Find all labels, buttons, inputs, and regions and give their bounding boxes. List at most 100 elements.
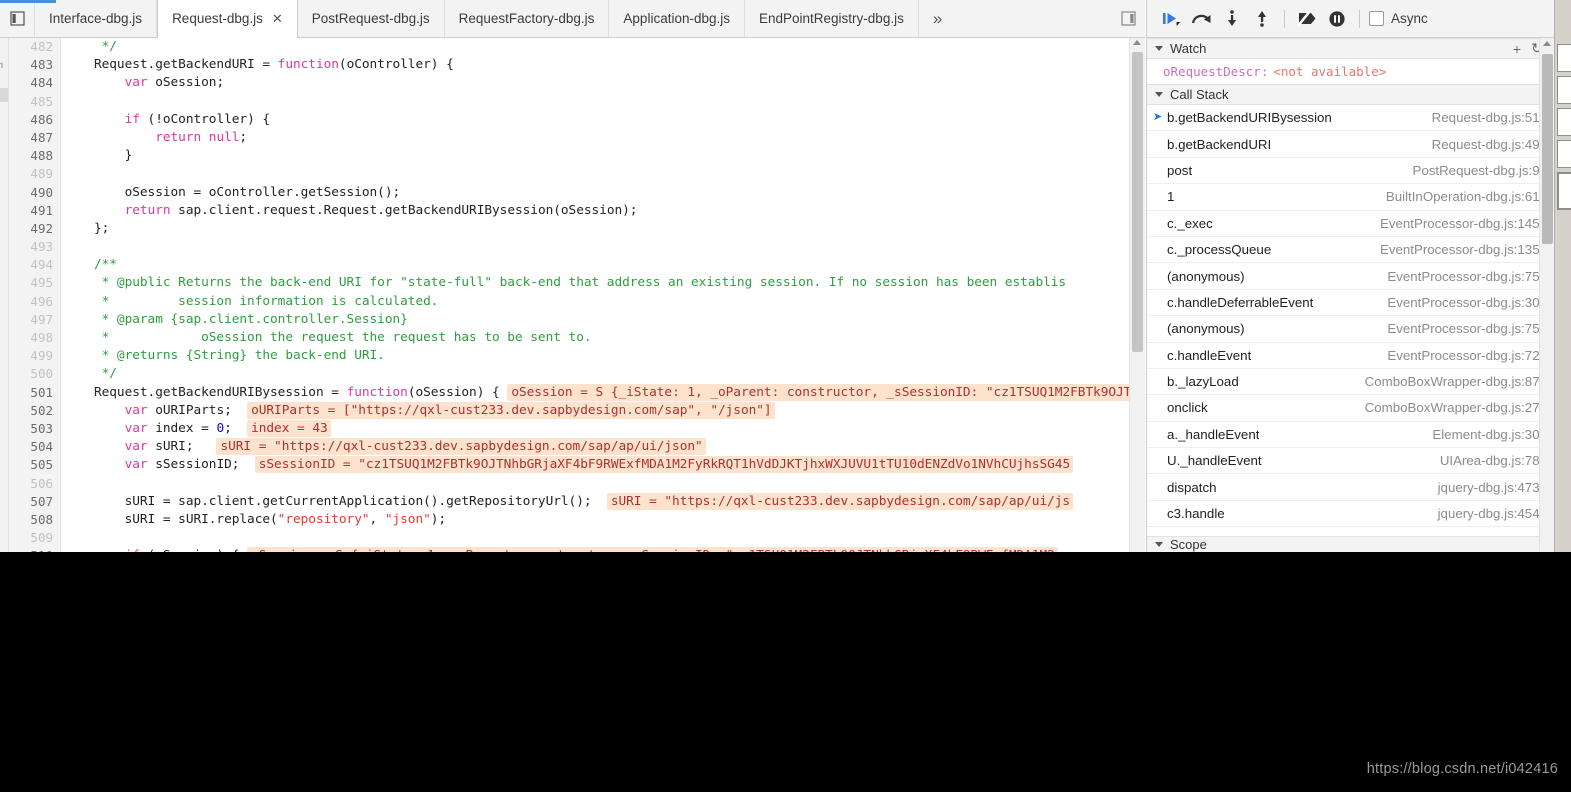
call-stack-function: c._exec: [1167, 215, 1213, 231]
code-line-510: if (oSession) { oSession = S {_iState: 1…: [71, 547, 1145, 552]
tab-close-icon[interactable]: ✕: [272, 12, 283, 25]
call-stack-list: ➤ b.getBackendURIBysession Request-dbg.j…: [1147, 105, 1555, 528]
scrollbar-thumb[interactable]: [1542, 54, 1553, 244]
debugger-vertical-scrollbar[interactable]: [1539, 38, 1555, 552]
call-stack-location: EventProcessor-dbg.js:1357: [1379, 242, 1547, 258]
comment-text: * @returns {String} the back-end URI.: [71, 348, 385, 364]
call-stack-row[interactable]: ➤ b.getBackendURIBysession Request-dbg.j…: [1147, 105, 1555, 132]
deactivate-breakpoints-button[interactable]: [1292, 6, 1322, 32]
comment-text: * oSession the request the request has t…: [71, 330, 592, 345]
code-line-497: * @param {sap.client.controller.Session}: [71, 311, 1145, 329]
scroll-up-arrow-icon[interactable]: [1543, 41, 1551, 46]
call-stack-row[interactable]: 1 BuiltInOperation-dbg.js:614: [1147, 184, 1555, 211]
call-stack-row[interactable]: c._processQueue EventProcessor-dbg.js:13…: [1147, 237, 1555, 264]
async-checkbox[interactable]: [1369, 11, 1384, 26]
comment-text: * @public Returns the back-end URI for "…: [71, 275, 1067, 291]
call-stack-location: BuiltInOperation-dbg.js:614: [1385, 189, 1547, 205]
scroll-up-arrow-icon[interactable]: [1133, 40, 1141, 45]
call-stack-row[interactable]: a._handleEvent Element-dbg.js:301: [1147, 422, 1555, 449]
call-stack-location: EventProcessor-dbg.js:729: [1387, 347, 1547, 363]
call-stack-function: a._handleEvent: [1167, 426, 1260, 442]
line-number: 500: [30, 366, 53, 382]
watch-section-header[interactable]: Watch + ↻: [1147, 38, 1555, 59]
call-stack-location: Request-dbg.js:516: [1431, 110, 1547, 126]
call-stack-function: c._processQueue: [1167, 242, 1272, 258]
call-stack-location: UIArea-dbg.js:786: [1439, 453, 1547, 469]
code-line-490: oSession = oController.getSession();: [71, 184, 401, 200]
call-stack-row[interactable]: c.handleEvent EventProcessor-dbg.js:729: [1147, 343, 1555, 369]
tab-interface-dbg-js[interactable]: Interface-dbg.js: [35, 0, 158, 37]
deactivate-breakpoints-icon: [1296, 10, 1316, 27]
call-stack-row[interactable]: dispatch jquery-dbg.js:4737: [1147, 474, 1555, 501]
inline-value-505: sSessionID = "cz1TSUQ1M2FBTk9OJTNhbGRjaX…: [254, 456, 1074, 474]
call-stack-row[interactable]: c3.handle jquery-dbg.js:4549: [1147, 501, 1555, 528]
line-number: 509: [30, 530, 53, 546]
line-number: 487: [30, 129, 53, 145]
step-into-icon: [1228, 10, 1236, 26]
line-number: 493: [30, 239, 53, 255]
tab-label: PostRequest-dbg.js: [311, 11, 430, 26]
call-stack-row[interactable]: b.getBackendURI Request-dbg.js:491: [1147, 131, 1555, 158]
debugger-toolbar: Async: [1147, 0, 1555, 38]
scrollbar-thumb[interactable]: [1132, 52, 1143, 352]
tab-postrequest-dbg-js[interactable]: PostRequest-dbg.js: [298, 0, 445, 37]
call-stack-function: b.getBackendURI: [1167, 136, 1272, 152]
call-stack-location: EventProcessor-dbg.js:306: [1387, 294, 1547, 310]
drawer-toggle-icon[interactable]: [1111, 0, 1145, 37]
call-stack-row[interactable]: U._handleEvent UIArea-dbg.js:786: [1147, 448, 1555, 475]
code-line-499: * @returns {String} the back-end URI.: [71, 347, 1145, 365]
tab-requestfactory-dbg-js[interactable]: RequestFactory-dbg.js: [445, 0, 610, 37]
tab-application-dbg-js[interactable]: Application-dbg.js: [609, 0, 745, 37]
line-number: 508: [30, 511, 53, 527]
add-watch-expression-icon[interactable]: +: [1507, 41, 1527, 57]
code-vertical-scrollbar[interactable]: [1129, 38, 1145, 552]
line-number: 505: [30, 457, 53, 473]
pause-on-exceptions-button[interactable]: [1322, 6, 1352, 32]
call-stack-row[interactable]: b._lazyLoad ComboBoxWrapper-dbg.js:878: [1147, 369, 1555, 396]
code-text-region[interactable]: */ Request.getBackendURI = function(oCon…: [61, 38, 1145, 552]
step-into-button[interactable]: [1217, 6, 1247, 32]
step-over-icon: [1191, 14, 1211, 23]
step-over-button[interactable]: [1187, 6, 1217, 32]
call-stack-function: c.handleEvent: [1167, 347, 1252, 363]
navigator-toggle-icon[interactable]: [0, 0, 35, 37]
call-stack-row[interactable]: c.handleDeferrableEvent EventProcessor-d…: [1147, 290, 1555, 317]
tab-bar-accent-stripe: [0, 0, 56, 3]
code-editor[interactable]: n 482 483 484 485 486 487 488 489 490 49…: [0, 38, 1145, 552]
call-stack-section-header[interactable]: Call Stack: [1147, 84, 1555, 105]
background-widget: [1557, 172, 1571, 210]
line-number: 502: [30, 402, 53, 418]
call-stack-row[interactable]: onclick ComboBoxWrapper-dbg.js:272: [1147, 395, 1555, 422]
scope-title: Scope: [1170, 537, 1207, 552]
tab-endpointregistry-dbg-js[interactable]: EndPointRegistry-dbg.js: [745, 0, 919, 37]
resume-script-execution-button[interactable]: [1157, 6, 1187, 32]
code-line-492: };: [71, 220, 110, 236]
tab-overflow-chevron-icon[interactable]: »: [919, 0, 956, 37]
line-number: 506: [30, 475, 53, 491]
call-stack-location: EventProcessor-dbg.js:757: [1387, 321, 1547, 337]
tab-label: Interface-dbg.js: [49, 11, 143, 26]
active-frame-arrow-icon: ➤: [1153, 111, 1163, 124]
call-stack-row[interactable]: (anonymous) EventProcessor-dbg.js:753: [1147, 263, 1555, 290]
line-number: 504: [30, 439, 53, 455]
step-out-button[interactable]: [1247, 6, 1277, 32]
pause-circle-icon: [1329, 10, 1345, 27]
call-stack-row[interactable]: (anonymous) EventProcessor-dbg.js:757: [1147, 316, 1555, 343]
line-number: 498: [30, 330, 53, 345]
scope-section-header[interactable]: Scope: [1147, 536, 1555, 552]
call-stack-row[interactable]: c._exec EventProcessor-dbg.js:1450: [1147, 211, 1555, 237]
watch-expression-name: oRequestDescr:: [1163, 64, 1269, 79]
code-line-482: */: [71, 39, 117, 54]
watch-title: Watch: [1170, 41, 1207, 56]
watch-expression-row[interactable]: oRequestDescr: <not available>: [1147, 59, 1555, 84]
call-stack-row[interactable]: post PostRequest-dbg.js:98: [1147, 158, 1555, 185]
screenshot-root: Interface-dbg.js Request-dbg.js ✕ PostRe…: [0, 0, 1571, 792]
code-line-495: * @public Returns the back-end URI for "…: [71, 274, 1145, 292]
line-number: 494: [30, 257, 53, 273]
line-number-gutter: 482 483 484 485 486 487 488 489 490 491 …: [9, 38, 61, 552]
async-stack-traces-toggle[interactable]: Async: [1369, 11, 1428, 26]
tab-request-dbg-js[interactable]: Request-dbg.js ✕: [157, 0, 298, 38]
edge-strip-glyph: n: [0, 60, 4, 70]
line-number: 501: [30, 384, 53, 400]
